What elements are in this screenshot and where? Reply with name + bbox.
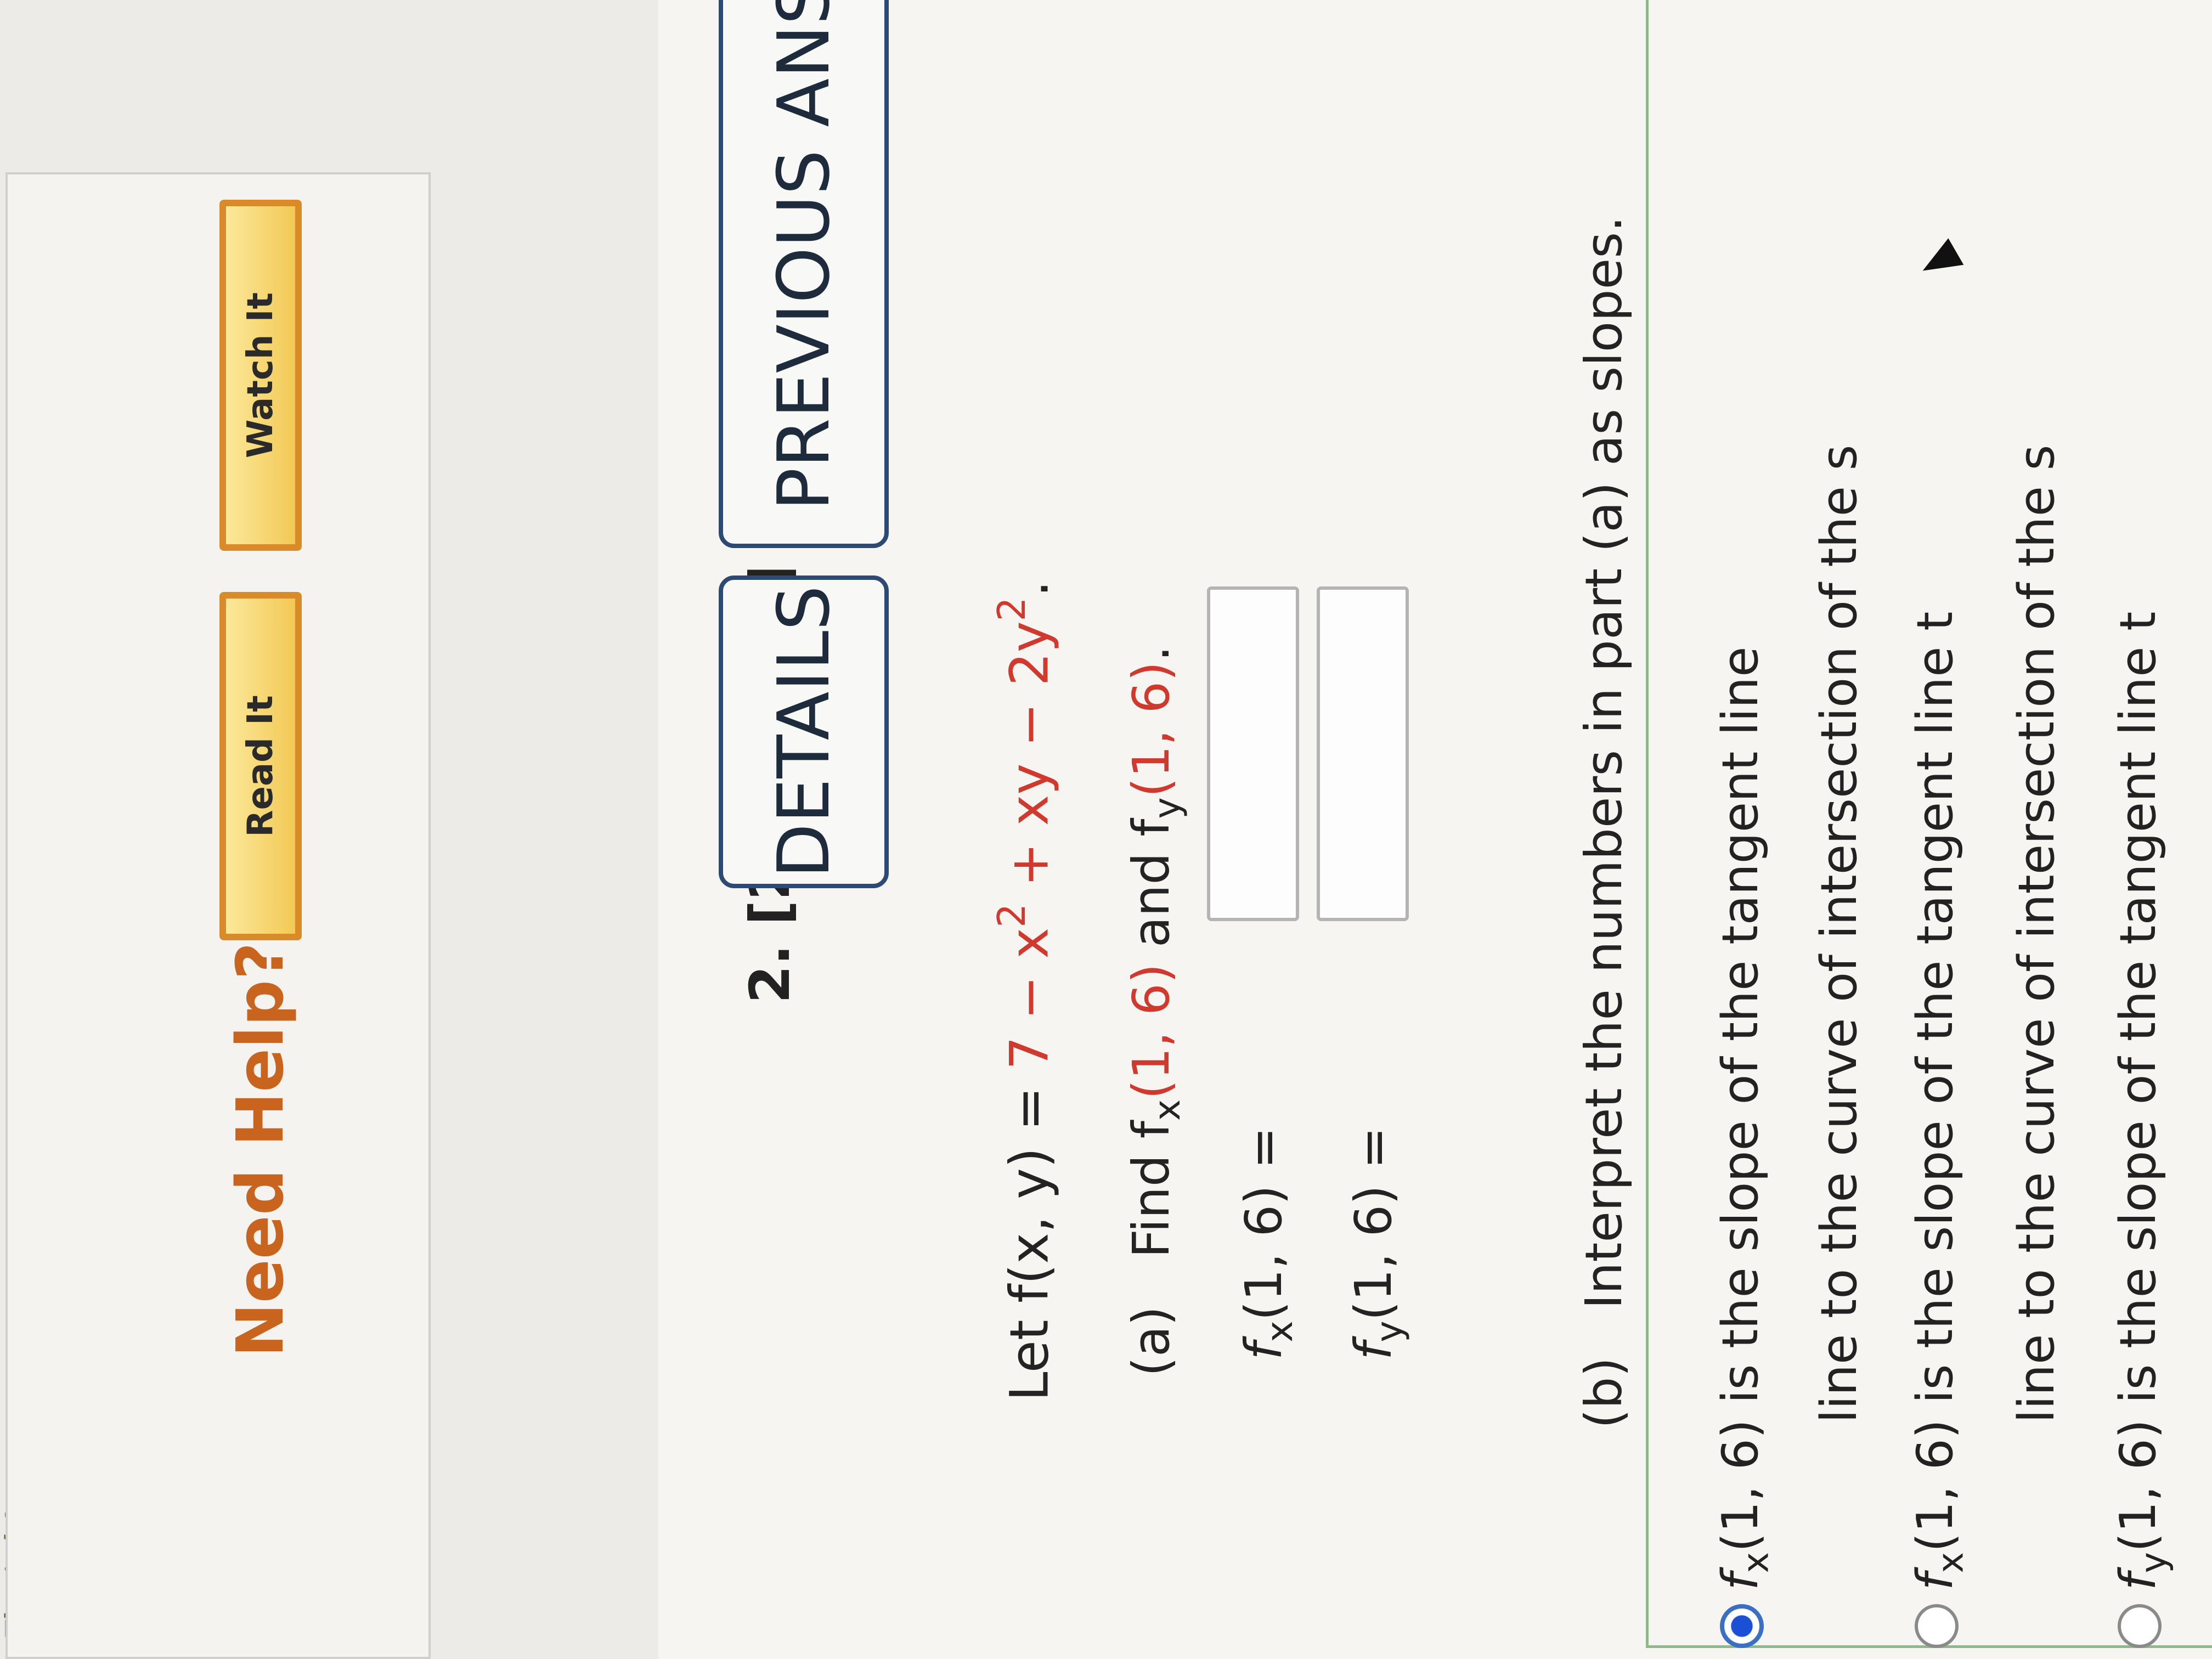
part-a-sub-x: x (1146, 1099, 1188, 1121)
statement-expr-pre: 7 − x (998, 927, 1060, 1070)
fx-prefix: f (1234, 1342, 1293, 1360)
part-a-period: . (1122, 645, 1181, 662)
need-help-heading: Need Help? (222, 942, 298, 1357)
previous-answers-button[interactable]: PREVIOUS ANS (719, 0, 889, 548)
need-help-panel (5, 172, 431, 1659)
fx-sub: x (1258, 1321, 1301, 1342)
option-2-sub: x (1930, 1551, 1972, 1573)
part-a-label: (a) (1122, 1306, 1181, 1376)
fx-answer-input[interactable] (1207, 586, 1299, 921)
fy-prefix: f (1344, 1342, 1403, 1360)
statement-period: . (998, 580, 1060, 597)
watch-it-button[interactable]: Watch It (219, 200, 302, 551)
part-a-find: Find f (1122, 1120, 1181, 1259)
fy-sub: y (1368, 1321, 1410, 1342)
option-1-sub: x (1735, 1551, 1777, 1573)
statement-exponent-b: 2 (990, 597, 1034, 622)
fy-answer-input[interactable] (1317, 586, 1409, 921)
part-a-prompt: (a) Find fx(1, 6) and fy(1, 6). (1122, 646, 1188, 1376)
option-2-text: (1, 6) is the slope of the tangent line … (1906, 611, 1964, 1552)
fx-suffix: (1, 6) = (1234, 1126, 1293, 1321)
option-3-line-1[interactable]: fy(1, 6) is the slope of the tangent lin… (2109, 612, 2174, 1590)
option-3-radio[interactable] (2118, 1604, 2162, 1648)
function-statement: Let f(x, y) = 7 − x2 + xy − 2y2. (990, 580, 1060, 1401)
fx-answer-label: fx(1, 6) = (1234, 1127, 1301, 1360)
part-a-point-2: (1, 6) (1122, 661, 1181, 798)
fy-suffix: (1, 6) = (1344, 1126, 1403, 1321)
read-it-button[interactable]: Read It (219, 592, 302, 940)
part-b-prompt: (b) Interpret the numbers in part (a) as… (1575, 216, 1633, 1429)
option-1-line-2: line to the curve of intersection of the… (1810, 444, 1868, 1423)
option-2-radio[interactable] (1915, 1604, 1959, 1648)
option-1-line-1[interactable]: fx(1, 6) is the slope of the tangent lin… (1712, 646, 1776, 1590)
option-1-prefix: f (1712, 1573, 1769, 1590)
part-b-text: Interpret the numbers in part (a) as slo… (1575, 216, 1633, 1310)
option-1-radio[interactable] (1720, 1604, 1764, 1648)
part-a-point-1: (1, 6) (1122, 963, 1181, 1099)
option-2-line-1[interactable]: fx(1, 6) is the slope of the tangent lin… (1906, 612, 1971, 1590)
part-b-label: (b) (1575, 1357, 1633, 1429)
statement-expr-mid: + xy − 2y (998, 621, 1060, 904)
page-stage: That's it! Need Help? Read It Watch It 2… (0, 0, 2212, 1659)
details-button[interactable]: DETAILS (719, 575, 889, 888)
part-a-sub-y: y (1146, 797, 1188, 819)
statement-let: Let f(x, y) = (998, 1070, 1060, 1401)
option-3-sub: y (2133, 1551, 2175, 1573)
option-2-line-2: line to the curve of intersection of the… (2008, 444, 2066, 1423)
option-2-prefix: f (1906, 1573, 1964, 1590)
option-3-prefix: f (2109, 1573, 2167, 1590)
statement-exponent-a: 2 (990, 903, 1034, 928)
option-3-text: (1, 6) is the slope of the tangent line … (2109, 611, 2167, 1552)
fy-answer-label: fy(1, 6) = (1344, 1127, 1410, 1360)
part-a-and: and f (1122, 819, 1181, 964)
option-1-text: (1, 6) is the slope of the tangent line (1712, 646, 1769, 1552)
